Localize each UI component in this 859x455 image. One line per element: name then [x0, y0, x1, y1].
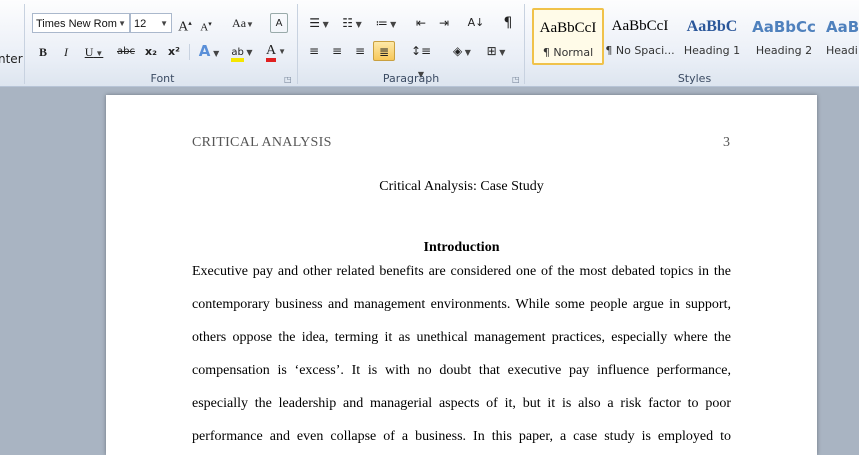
- body-text-line: contemporary business and management env…: [192, 297, 731, 312]
- bold-button[interactable]: B: [35, 42, 51, 62]
- group-separator: [24, 4, 25, 84]
- borders-icon: ⊞: [486, 44, 497, 58]
- running-header: CRITICAL ANALYSIS: [192, 135, 332, 150]
- subscript-button[interactable]: x₂: [142, 42, 160, 62]
- align-center-button[interactable]: ≡: [328, 41, 346, 61]
- sort-icon: A↓: [467, 16, 485, 29]
- line-spacing-icon: ↕≡: [410, 44, 432, 58]
- pilcrow-icon: ¶: [503, 15, 513, 31]
- justify-icon: ≣: [378, 45, 390, 59]
- body-text-line: Executive pay and other related benefits…: [192, 264, 731, 279]
- change-case-button[interactable]: Aa▼: [230, 13, 256, 33]
- font-dialog-launcher-icon[interactable]: ◳: [284, 75, 292, 84]
- paragraph-group-label: Paragraph: [382, 72, 440, 85]
- style-sample: AaBbCc: [752, 18, 816, 36]
- multilevel-list-icon: ≔: [375, 16, 388, 30]
- styles-group-label: Styles: [677, 72, 712, 85]
- align-center-icon: ≡: [331, 44, 343, 58]
- clipboard-group-partial-label: nter: [0, 52, 23, 66]
- divider: [189, 44, 190, 60]
- font-color-icon: A: [265, 43, 277, 62]
- decrease-indent-icon: ⇤: [415, 16, 427, 30]
- body-text-line: especially the leadership and managerial…: [192, 396, 731, 411]
- increase-indent-icon: ⇥: [438, 16, 450, 30]
- align-right-button[interactable]: ≡: [351, 41, 369, 61]
- paragraph-dialog-launcher-icon[interactable]: ◳: [512, 75, 520, 84]
- font-group-label: Font: [150, 72, 175, 85]
- document-page[interactable]: CRITICAL ANALYSIS 3 Critical Analysis: C…: [106, 95, 817, 455]
- text-effects-button[interactable]: A ▼: [196, 41, 222, 61]
- group-separator: [297, 4, 298, 84]
- style-no-spacing[interactable]: AaBbCcI ¶ No Spaci...: [604, 8, 676, 65]
- line-spacing-button[interactable]: ↕≡ ▼: [407, 41, 435, 79]
- style-heading-3[interactable]: AaBl Headi: [820, 8, 859, 65]
- font-name-value: Times New Rom: [36, 18, 117, 30]
- decrease-indent-button[interactable]: ⇤: [412, 13, 430, 33]
- font-size-combobox[interactable]: 12 ▼: [130, 13, 172, 33]
- style-heading-2[interactable]: AaBbCc Heading 2: [748, 8, 820, 65]
- strikethrough-button[interactable]: abc: [115, 42, 137, 62]
- ribbon: nter Times New Rom ▼ 12 ▼ A▴ A▾ Aa▼ A B …: [0, 0, 859, 87]
- clear-formatting-button[interactable]: A: [270, 13, 288, 33]
- sort-button[interactable]: A↓: [466, 13, 486, 33]
- highlight-button[interactable]: ab ▼: [228, 41, 256, 62]
- page-number: 3: [723, 135, 730, 150]
- multilevel-list-button[interactable]: ≔ ▼: [372, 13, 400, 33]
- subscript-icon: x₂: [145, 45, 157, 58]
- section-heading: Introduction: [423, 240, 500, 255]
- highlighter-icon: ab: [231, 47, 244, 62]
- body-text-line: others oppose the idea, terming it as un…: [192, 330, 731, 345]
- chevron-down-icon[interactable]: ▼: [160, 14, 168, 34]
- numbering-button[interactable]: ☷ ▼: [338, 13, 366, 33]
- clear-formatting-icon: A: [275, 18, 283, 29]
- underline-button[interactable]: U ▼: [82, 42, 106, 62]
- superscript-button[interactable]: x²: [165, 42, 183, 62]
- text-effects-icon: A: [198, 42, 211, 60]
- style-normal[interactable]: AaBbCcI ¶ Normal: [532, 8, 604, 65]
- align-left-icon: ≡: [308, 44, 320, 58]
- group-separator: [524, 4, 525, 84]
- italic-button[interactable]: I: [58, 42, 74, 62]
- align-left-button[interactable]: ≡: [305, 41, 323, 61]
- align-right-icon: ≡: [354, 44, 366, 58]
- font-name-combobox[interactable]: Times New Rom ▼: [32, 13, 130, 33]
- show-formatting-button[interactable]: ¶: [499, 13, 517, 33]
- style-sample: AaBbC: [686, 18, 738, 35]
- shading-button[interactable]: ◈ ▼: [448, 41, 476, 61]
- grow-font-button[interactable]: A▴: [177, 13, 193, 35]
- shrink-font-button[interactable]: A▾: [198, 14, 214, 34]
- style-name: Headi: [826, 44, 858, 57]
- italic-icon: I: [64, 45, 68, 59]
- style-sample: AaBbCcI: [611, 18, 669, 34]
- style-name: ¶ Normal: [542, 46, 594, 59]
- change-case-icon: Aa: [232, 16, 247, 30]
- chevron-down-icon[interactable]: ▼: [118, 14, 126, 34]
- bullets-button[interactable]: ☰ ▼: [305, 13, 333, 33]
- body-text-line: compensation is ‘excess’. It is with no …: [192, 363, 731, 378]
- grow-font-icon: A: [178, 19, 189, 35]
- font-color-button[interactable]: A ▼: [262, 41, 290, 62]
- paint-bucket-icon: ◈: [453, 44, 463, 58]
- style-sample: AaBbCcI: [539, 20, 597, 36]
- style-name: ¶ No Spaci...: [605, 44, 675, 57]
- borders-button[interactable]: ⊞ ▼: [482, 41, 510, 61]
- style-name: Heading 1: [683, 44, 741, 57]
- increase-indent-button[interactable]: ⇥: [435, 13, 453, 33]
- body-text-line: performance and even collapse of a busin…: [192, 429, 731, 444]
- font-size-value: 12: [134, 18, 147, 30]
- justify-button[interactable]: ≣: [373, 41, 395, 61]
- numbering-icon: ☷: [342, 16, 354, 30]
- style-heading-1[interactable]: AaBbC Heading 1: [676, 8, 748, 65]
- strikethrough-icon: abc: [117, 46, 135, 57]
- document-title: Critical Analysis: Case Study: [379, 179, 544, 194]
- style-sample: AaBl: [826, 18, 859, 36]
- bold-icon: B: [38, 45, 47, 59]
- bullets-icon: ☰: [309, 16, 321, 30]
- style-name: Heading 2: [755, 44, 813, 57]
- superscript-icon: x²: [168, 45, 180, 58]
